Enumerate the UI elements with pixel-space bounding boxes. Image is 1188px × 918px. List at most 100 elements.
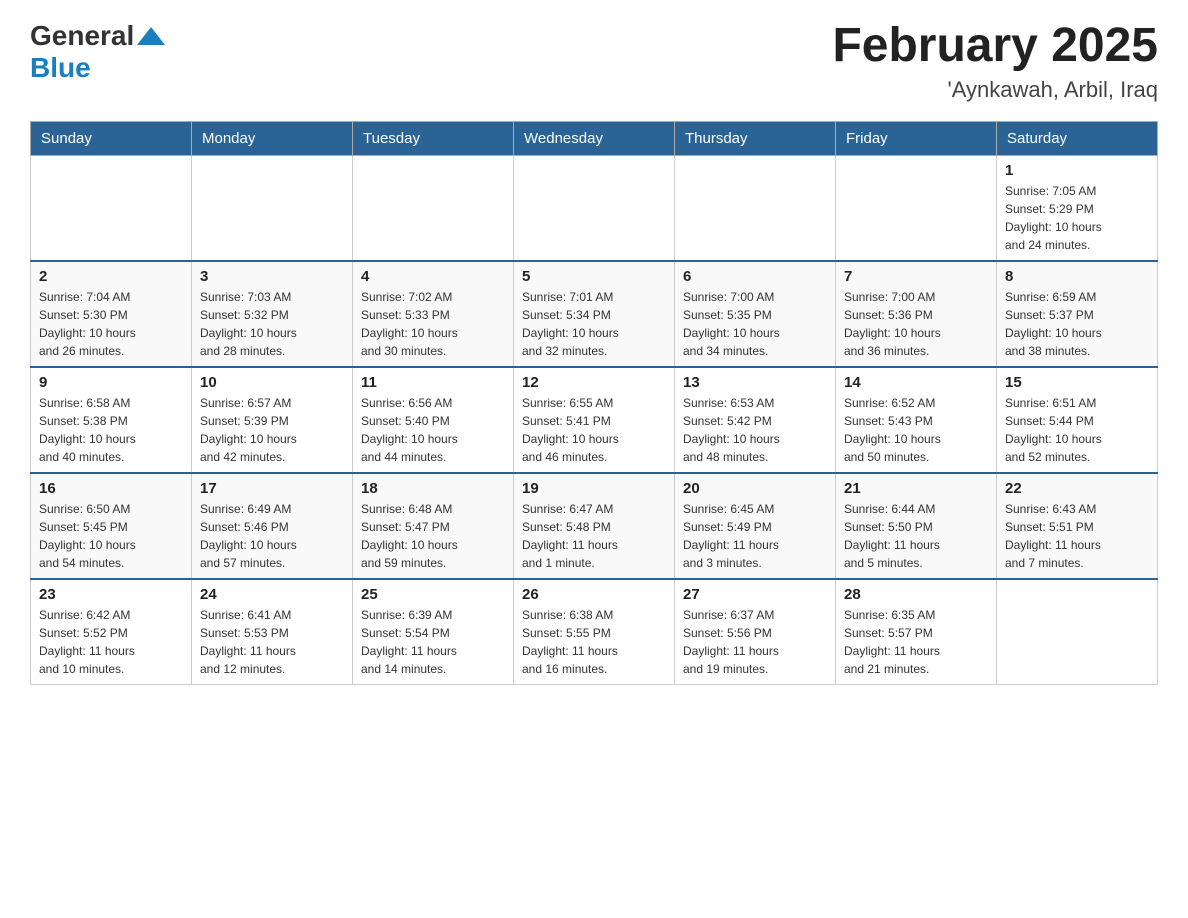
table-row: 16Sunrise: 6:50 AM Sunset: 5:45 PM Dayli…	[31, 473, 192, 579]
day-info: Sunrise: 6:51 AM Sunset: 5:44 PM Dayligh…	[1005, 394, 1149, 466]
table-row: 24Sunrise: 6:41 AM Sunset: 5:53 PM Dayli…	[192, 579, 353, 685]
table-row: 28 Sunrise: 6:35 AM Sunset: 5:57 PM Dayli…	[836, 579, 997, 685]
table-row: 7 Sunrise: 7:00 AM Sunset: 5:36 PM Daylig…	[836, 261, 997, 367]
day-number: 18	[361, 480, 505, 497]
day-number: 7	[844, 268, 988, 285]
day-number: 21	[844, 480, 988, 497]
table-row: 3Sunrise: 7:03 AM Sunset: 5:32 PM Daylig…	[192, 261, 353, 367]
day-number: 25	[361, 586, 505, 603]
calendar-subtitle: 'Aynkawah, Arbil, Iraq	[832, 77, 1158, 103]
day-number: 5	[522, 268, 666, 285]
table-row: 23Sunrise: 6:42 AM Sunset: 5:52 PM Dayli…	[31, 579, 192, 685]
day-number: 4	[361, 268, 505, 285]
col-sunday: Sunday	[31, 121, 192, 155]
table-row: 20 Sunrise: 6:45 AM Sunset: 5:49 PM Dayli…	[675, 473, 836, 579]
day-number: 11	[361, 374, 505, 391]
day-info: Sunrise: 6:48 AM Sunset: 5:47 PM Dayligh…	[361, 500, 505, 572]
col-thursday: Thursday	[675, 121, 836, 155]
table-row: 8Sunrise: 6:59 AM Sunset: 5:37 PM Daylig…	[997, 261, 1158, 367]
table-row: 15 Sunrise: 6:51 AM Sunset: 5:44 PM Dayli…	[997, 367, 1158, 473]
day-info: Sunrise: 7:01 AM Sunset: 5:34 PM Dayligh…	[522, 288, 666, 360]
col-friday: Friday	[836, 121, 997, 155]
table-row: 27 Sunrise: 6:37 AM Sunset: 5:56 PM Dayli…	[675, 579, 836, 685]
day-number: 15	[1005, 374, 1149, 391]
day-number: 22	[1005, 480, 1149, 497]
table-row: 6 Sunrise: 7:00 AM Sunset: 5:35 PM Daylig…	[675, 261, 836, 367]
day-info: Sunrise: 6:47 AM Sunset: 5:48 PM Dayligh…	[522, 500, 666, 572]
calendar-title-block: February 2025 'Aynkawah, Arbil, Iraq	[832, 20, 1158, 103]
day-info: Sunrise: 7:00 AM Sunset: 5:36 PM Dayligh…	[844, 288, 988, 360]
day-number: 16	[39, 480, 183, 497]
table-row: 21 Sunrise: 6:44 AM Sunset: 5:50 PM Dayli…	[836, 473, 997, 579]
table-row: 13Sunrise: 6:53 AM Sunset: 5:42 PM Dayli…	[675, 367, 836, 473]
day-number: 14	[844, 374, 988, 391]
logo-blue-text: Blue	[30, 52, 91, 83]
day-number: 20	[683, 480, 827, 497]
day-number: 3	[200, 268, 344, 285]
calendar-title: February 2025	[832, 20, 1158, 73]
day-info: Sunrise: 6:44 AM Sunset: 5:50 PM Dayligh…	[844, 500, 988, 572]
col-wednesday: Wednesday	[514, 121, 675, 155]
day-number: 13	[683, 374, 827, 391]
day-number: 19	[522, 480, 666, 497]
day-info: Sunrise: 6:52 AM Sunset: 5:43 PM Dayligh…	[844, 394, 988, 466]
day-info: Sunrise: 6:43 AM Sunset: 5:51 PM Dayligh…	[1005, 500, 1149, 572]
table-row: 1 Sunrise: 7:05 AM Sunset: 5:29 PM Daylig…	[997, 155, 1158, 261]
day-info: Sunrise: 6:45 AM Sunset: 5:49 PM Dayligh…	[683, 500, 827, 572]
table-row: 5 Sunrise: 7:01 AM Sunset: 5:34 PM Daylig…	[514, 261, 675, 367]
calendar-week-2: 2 Sunrise: 7:04 AM Sunset: 5:30 PM Daylig…	[31, 261, 1158, 367]
day-number: 28	[844, 586, 988, 603]
table-row: 18 Sunrise: 6:48 AM Sunset: 5:47 PM Dayli…	[353, 473, 514, 579]
day-info: Sunrise: 7:00 AM Sunset: 5:35 PM Dayligh…	[683, 288, 827, 360]
table-row	[675, 155, 836, 261]
day-number: 27	[683, 586, 827, 603]
table-row: 12 Sunrise: 6:55 AM Sunset: 5:41 PM Dayli…	[514, 367, 675, 473]
day-info: Sunrise: 6:55 AM Sunset: 5:41 PM Dayligh…	[522, 394, 666, 466]
day-info: Sunrise: 7:05 AM Sunset: 5:29 PM Dayligh…	[1005, 182, 1149, 254]
table-row: 2 Sunrise: 7:04 AM Sunset: 5:30 PM Daylig…	[31, 261, 192, 367]
day-info: Sunrise: 6:58 AM Sunset: 5:38 PM Dayligh…	[39, 394, 183, 466]
day-info: Sunrise: 7:04 AM Sunset: 5:30 PM Dayligh…	[39, 288, 183, 360]
day-number: 2	[39, 268, 183, 285]
day-number: 6	[683, 268, 827, 285]
calendar-week-1: 1 Sunrise: 7:05 AM Sunset: 5:29 PM Daylig…	[31, 155, 1158, 261]
table-row	[514, 155, 675, 261]
day-info: Sunrise: 6:57 AM Sunset: 5:39 PM Dayligh…	[200, 394, 344, 466]
table-row: 25 Sunrise: 6:39 AM Sunset: 5:54 PM Dayli…	[353, 579, 514, 685]
day-number: 17	[200, 480, 344, 497]
table-row: 17 Sunrise: 6:49 AM Sunset: 5:46 PM Dayli…	[192, 473, 353, 579]
day-number: 12	[522, 374, 666, 391]
calendar-week-4: 16Sunrise: 6:50 AM Sunset: 5:45 PM Dayli…	[31, 473, 1158, 579]
table-row: 11 Sunrise: 6:56 AM Sunset: 5:40 PM Dayli…	[353, 367, 514, 473]
day-number: 8	[1005, 268, 1149, 285]
day-info: Sunrise: 6:37 AM Sunset: 5:56 PM Dayligh…	[683, 606, 827, 678]
calendar-week-3: 9Sunrise: 6:58 AM Sunset: 5:38 PM Daylig…	[31, 367, 1158, 473]
table-row: 22 Sunrise: 6:43 AM Sunset: 5:51 PM Dayli…	[997, 473, 1158, 579]
logo: General Blue	[30, 20, 165, 84]
day-info: Sunrise: 6:42 AM Sunset: 5:52 PM Dayligh…	[39, 606, 183, 678]
calendar-header-row: Sunday Monday Tuesday Wednesday Thursday…	[31, 121, 1158, 155]
table-row	[836, 155, 997, 261]
day-number: 1	[1005, 162, 1149, 179]
day-info: Sunrise: 6:38 AM Sunset: 5:55 PM Dayligh…	[522, 606, 666, 678]
table-row: 9Sunrise: 6:58 AM Sunset: 5:38 PM Daylig…	[31, 367, 192, 473]
day-info: Sunrise: 6:35 AM Sunset: 5:57 PM Dayligh…	[844, 606, 988, 678]
table-row	[192, 155, 353, 261]
day-info: Sunrise: 6:49 AM Sunset: 5:46 PM Dayligh…	[200, 500, 344, 572]
day-info: Sunrise: 7:02 AM Sunset: 5:33 PM Dayligh…	[361, 288, 505, 360]
table-row: 26Sunrise: 6:38 AM Sunset: 5:55 PM Dayli…	[514, 579, 675, 685]
day-info: Sunrise: 6:56 AM Sunset: 5:40 PM Dayligh…	[361, 394, 505, 466]
day-info: Sunrise: 6:39 AM Sunset: 5:54 PM Dayligh…	[361, 606, 505, 678]
logo-arrow-icon	[137, 27, 165, 45]
table-row	[997, 579, 1158, 685]
day-number: 24	[200, 586, 344, 603]
day-number: 10	[200, 374, 344, 391]
table-row	[31, 155, 192, 261]
col-monday: Monday	[192, 121, 353, 155]
table-row: 10 Sunrise: 6:57 AM Sunset: 5:39 PM Dayli…	[192, 367, 353, 473]
page-header: General Blue February 2025 'Aynkawah, Ar…	[30, 20, 1158, 103]
logo-general-text: General	[30, 20, 134, 52]
calendar-table: Sunday Monday Tuesday Wednesday Thursday…	[30, 121, 1158, 685]
table-row: 4 Sunrise: 7:02 AM Sunset: 5:33 PM Daylig…	[353, 261, 514, 367]
col-tuesday: Tuesday	[353, 121, 514, 155]
